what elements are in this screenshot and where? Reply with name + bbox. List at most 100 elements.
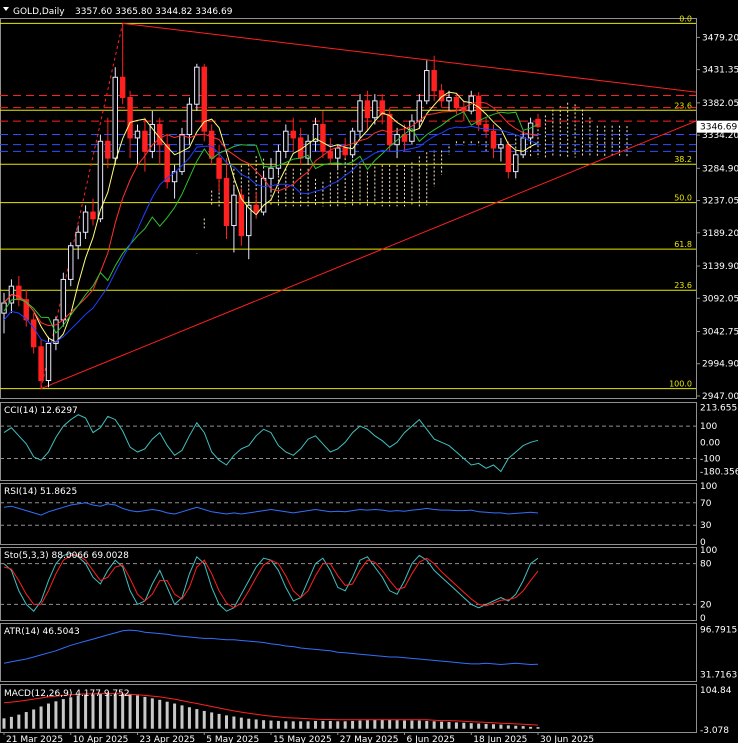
candle-body xyxy=(82,211,89,233)
candle-body xyxy=(431,70,437,92)
macd-label: MACD(12,26,9) 4.177 9.752 xyxy=(4,689,130,699)
candle-body xyxy=(490,130,497,149)
macd-histogram-bar xyxy=(469,723,473,729)
candle-body xyxy=(231,194,237,227)
date-tick-label: 18 Jun 2025 xyxy=(473,735,527,743)
date-tick-label: 23 Apr 2025 xyxy=(140,735,196,743)
macd-histogram-bar xyxy=(506,725,510,729)
fib-level-label: 100.0 xyxy=(669,380,692,389)
macd-histogram-bar xyxy=(24,712,28,729)
candle-body xyxy=(372,100,378,119)
macd-histogram-bar xyxy=(380,719,384,729)
price-tick-label: 3042.75 xyxy=(702,327,738,337)
macd-histogram-bar xyxy=(158,699,162,729)
candle-body xyxy=(364,100,371,119)
candle-body xyxy=(38,346,44,382)
stoch-tick-label: 0 xyxy=(700,614,706,624)
cci-tick-label: -100 xyxy=(700,455,721,465)
stoch-tick-label: 100 xyxy=(700,546,717,556)
macd-histogram-bar xyxy=(54,701,58,729)
macd-histogram-bar xyxy=(239,717,243,729)
price-tick-label: 2947.00 xyxy=(702,392,738,402)
macd-histogram-bar xyxy=(136,695,139,729)
macd-histogram-bar xyxy=(9,716,13,729)
candle-body xyxy=(186,103,193,136)
price-tick-label: 3139.90 xyxy=(702,262,738,272)
macd-histogram-bar xyxy=(447,722,451,729)
macd-histogram-bar xyxy=(69,697,73,729)
macd-histogram-bar xyxy=(403,720,406,729)
macd-histogram-bar xyxy=(328,720,332,729)
macd-histogram-bar xyxy=(514,725,518,729)
candle-body xyxy=(142,130,148,152)
candle-body xyxy=(268,167,274,179)
atr-tick-label: 96.7915 xyxy=(700,626,737,636)
candle-body xyxy=(342,147,348,156)
macd-histogram-bar xyxy=(536,727,540,729)
fib-level-label: 23.6 xyxy=(674,101,692,110)
macd-histogram-bar xyxy=(276,720,280,729)
candle-body xyxy=(90,211,96,220)
macd-histogram-bar xyxy=(76,695,80,729)
macd-histogram-bar xyxy=(121,693,125,729)
macd-histogram-bar xyxy=(150,698,154,729)
macd-histogram-bar xyxy=(39,706,43,729)
fib-level-label: 61.8 xyxy=(674,240,692,249)
price-tick-label: 3431.35 xyxy=(702,66,738,76)
candle-body xyxy=(30,319,37,348)
gold-daily-chart[interactable]: 0.0 23.6 38.2 50.0 61.8 23.6 100.0 3479.20 3431… xyxy=(0,0,738,743)
candle-body xyxy=(424,70,430,102)
candle-body xyxy=(157,123,163,146)
candle-body xyxy=(112,76,118,159)
candle-body xyxy=(127,96,133,139)
candle-body xyxy=(134,130,141,139)
candle-body xyxy=(327,150,334,159)
rsi-label: RSI(14) 51.8625 xyxy=(4,487,77,497)
price-tick-label: 3479.20 xyxy=(702,33,738,43)
macd-histogram-bar xyxy=(388,719,392,729)
macd-histogram-bar xyxy=(217,713,221,729)
cci-tick-label: 213.655 xyxy=(700,404,737,414)
macd-histogram-bar xyxy=(187,707,191,729)
candle-body xyxy=(520,137,526,156)
macd-histogram-bar xyxy=(358,720,362,729)
candle-body xyxy=(453,96,460,109)
price-tick-label: 3382.05 xyxy=(702,99,738,109)
date-tick-label: 27 May 2025 xyxy=(340,735,399,743)
rsi-tick-label: 30 xyxy=(700,521,712,531)
macd-histogram-bar xyxy=(32,709,36,729)
candle-body xyxy=(253,204,259,213)
macd-histogram-bar xyxy=(477,723,481,729)
candle-body xyxy=(60,278,67,321)
fib-level-label: 38.2 xyxy=(674,155,692,164)
candle-body xyxy=(68,245,74,280)
candle-body xyxy=(379,100,385,115)
stoch-label: Sto(5,3,3) 88.0066 69.0028 xyxy=(4,551,129,561)
macd-histogram-bar xyxy=(314,720,317,729)
macd-histogram-bar xyxy=(291,721,295,729)
macd-histogram-bar xyxy=(343,721,347,729)
candle-body xyxy=(283,130,289,152)
macd-histogram-bar xyxy=(373,719,377,729)
candle-body xyxy=(223,177,230,227)
macd-histogram-bar xyxy=(195,709,199,729)
date-tick-label: 15 May 2025 xyxy=(273,735,332,743)
chart-symbol: GOLD,Daily xyxy=(13,7,65,17)
rsi-tick-label: 70 xyxy=(700,499,712,509)
macd-histogram-bar xyxy=(173,703,177,729)
macd-histogram-bar xyxy=(84,694,88,729)
date-tick-label: 21 Mar 2025 xyxy=(6,735,63,743)
macd-histogram-bar xyxy=(336,721,340,729)
candle-body xyxy=(446,96,452,102)
macd-histogram-bar xyxy=(395,720,399,729)
macd-histogram-bar xyxy=(521,726,525,729)
macd-histogram-bar xyxy=(499,724,503,729)
macd-histogram-bar xyxy=(269,720,273,729)
macd-histogram-bar xyxy=(410,720,414,729)
macd-histogram-bar xyxy=(262,720,266,729)
candle-body xyxy=(483,123,489,132)
macd-histogram-bar xyxy=(180,705,184,729)
candle-body xyxy=(164,144,170,183)
fib-level-label: 50.0 xyxy=(674,194,692,203)
candle-body xyxy=(335,147,341,159)
